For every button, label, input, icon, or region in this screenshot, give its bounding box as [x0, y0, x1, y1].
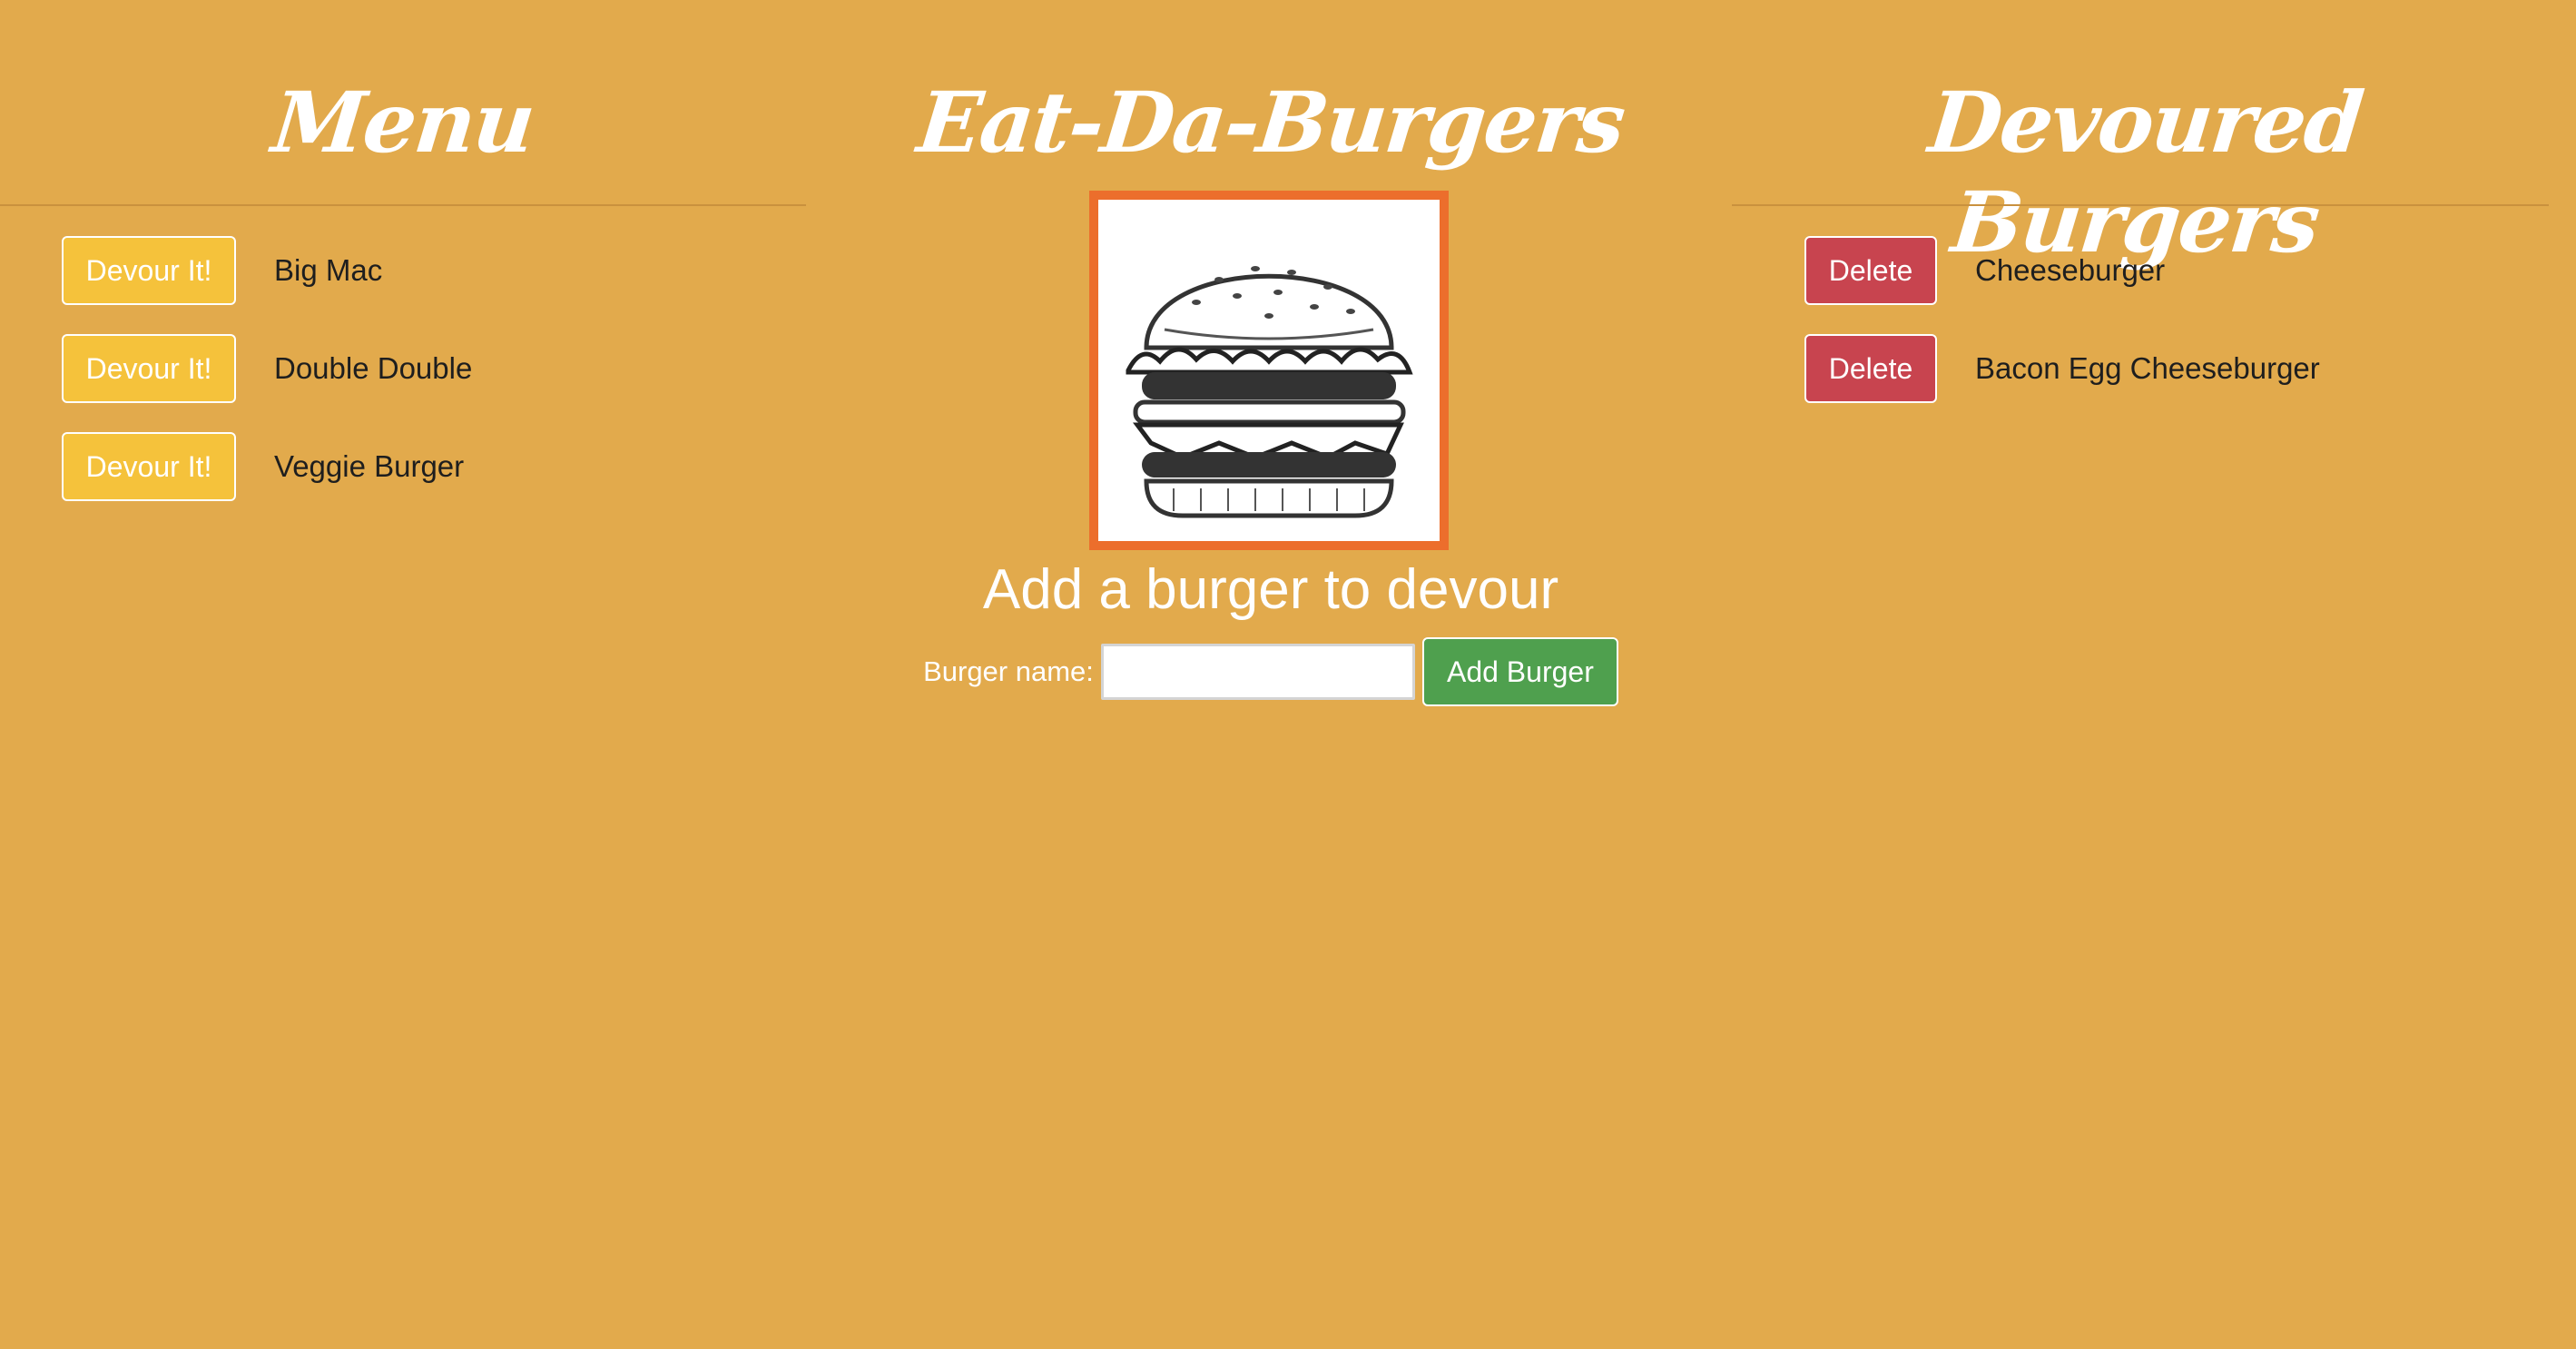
burger-name-label: Burger name: [923, 655, 1094, 687]
menu-title: Menu [268, 74, 538, 172]
menu-divider [0, 204, 806, 206]
devour-button[interactable]: Devour It! [62, 432, 236, 501]
menu-item-name: Double Double [274, 351, 473, 385]
menu-item-name: Veggie Burger [274, 449, 465, 483]
menu-item-name: Big Mac [274, 253, 383, 287]
devour-button[interactable]: Devour It! [62, 334, 236, 403]
devoured-item: Delete Cheeseburger [1804, 236, 2165, 305]
menu-item: Devour It! Veggie Burger [62, 432, 464, 501]
devoured-divider [1732, 204, 2549, 206]
devoured-item-name: Bacon Egg Cheeseburger [1975, 351, 2320, 385]
burger-illustration-icon [1126, 266, 1413, 518]
delete-button[interactable]: Delete [1804, 236, 1937, 305]
devoured-item: Delete Bacon Egg Cheeseburger [1804, 334, 2320, 403]
add-burger-heading: Add a burger to devour [982, 558, 1559, 621]
burger-name-input[interactable] [1100, 644, 1415, 700]
add-burger-button[interactable]: Add Burger [1421, 637, 1618, 706]
app-title: Eat-Da-Burgers [913, 74, 1628, 172]
menu-item: Devour It! Big Mac [62, 236, 382, 305]
delete-button[interactable]: Delete [1804, 334, 1937, 403]
menu-item: Devour It! Double Double [62, 334, 472, 403]
devoured-item-name: Cheeseburger [1975, 253, 2166, 287]
add-burger-form: Burger name: Add Burger [908, 637, 1634, 706]
burger-image [1089, 191, 1449, 550]
devour-button[interactable]: Devour It! [62, 236, 236, 305]
